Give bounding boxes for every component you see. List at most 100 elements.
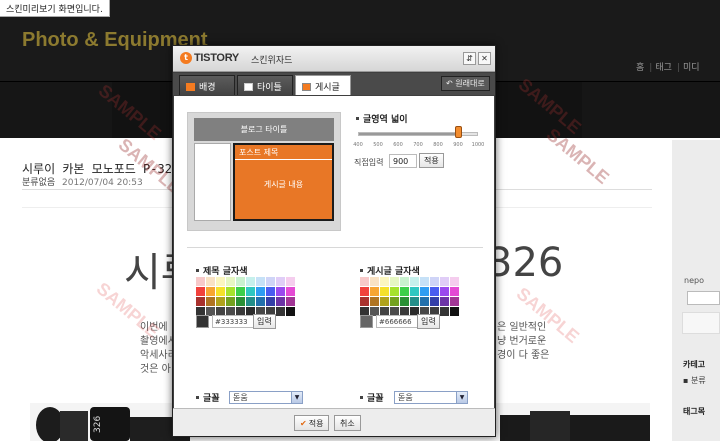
- tab-background[interactable]: 배경: [179, 75, 235, 95]
- color-swatch[interactable]: [236, 297, 245, 306]
- chevron-down-icon: ▼: [456, 392, 467, 403]
- color-swatch[interactable]: [400, 287, 409, 296]
- color-swatch[interactable]: [286, 287, 295, 296]
- color-swatch[interactable]: [206, 277, 215, 286]
- color-swatch[interactable]: [410, 287, 419, 296]
- color-swatch[interactable]: [390, 277, 399, 286]
- blog-top-nav: 홈 | 태그 | 미디: [636, 63, 700, 73]
- palette-row: [196, 287, 301, 296]
- width-input[interactable]: [389, 154, 417, 168]
- color-swatch[interactable]: [236, 277, 245, 286]
- color-swatch[interactable]: [360, 287, 369, 296]
- color-swatch[interactable]: [236, 287, 245, 296]
- color-swatch[interactable]: [390, 287, 399, 296]
- color-swatch[interactable]: [256, 287, 265, 296]
- slider-tick-label: 500: [373, 142, 383, 148]
- post-meta: 분류없음 2012/07/04 20:53: [22, 175, 143, 188]
- color-swatch[interactable]: [196, 287, 205, 296]
- close-icon[interactable]: ✕: [478, 52, 491, 65]
- sidebar-tag-heading: 태그목: [683, 407, 706, 416]
- tab-post[interactable]: 게시글: [295, 75, 351, 95]
- color-swatch[interactable]: [246, 277, 255, 286]
- title-color-input-button[interactable]: 입력: [253, 314, 276, 329]
- color-swatch[interactable]: [286, 277, 295, 286]
- color-swatch[interactable]: [400, 297, 409, 306]
- dialog-title: 스킨위자드: [251, 56, 293, 66]
- color-swatch[interactable]: [430, 297, 439, 306]
- color-swatch[interactable]: [370, 277, 379, 286]
- color-swatch[interactable]: [256, 277, 265, 286]
- color-swatch[interactable]: [256, 297, 265, 306]
- color-swatch[interactable]: [420, 297, 429, 306]
- width-apply-button[interactable]: 적용: [419, 153, 444, 168]
- color-swatch[interactable]: [276, 277, 285, 286]
- body-font-label: 글꼴: [360, 391, 384, 404]
- title-font-select[interactable]: 돋움 ▼: [229, 391, 303, 404]
- nav-media[interactable]: 미디: [683, 63, 700, 73]
- color-swatch[interactable]: [410, 277, 419, 286]
- color-swatch[interactable]: [420, 287, 429, 296]
- pin-icon[interactable]: ⇵: [463, 52, 476, 65]
- color-swatch[interactable]: [196, 297, 205, 306]
- sidebar-category-item[interactable]: ▪ 분류: [683, 375, 706, 386]
- color-swatch[interactable]: [380, 277, 389, 286]
- tab-title[interactable]: 타이틀: [237, 75, 293, 95]
- dialog-titlebar[interactable]: t TISTORY 스킨위자드 ⇵ ✕: [173, 46, 495, 72]
- color-swatch[interactable]: [216, 277, 225, 286]
- color-swatch[interactable]: [216, 297, 225, 306]
- color-swatch[interactable]: [360, 297, 369, 306]
- color-swatch[interactable]: [206, 297, 215, 306]
- title-font-value: 돋움: [233, 393, 248, 402]
- color-swatch[interactable]: [420, 277, 429, 286]
- color-swatch[interactable]: [276, 287, 285, 296]
- color-swatch[interactable]: [450, 297, 459, 306]
- color-swatch[interactable]: [440, 287, 449, 296]
- color-swatch[interactable]: [410, 297, 419, 306]
- color-swatch[interactable]: [266, 297, 275, 306]
- color-swatch[interactable]: [226, 297, 235, 306]
- color-swatch[interactable]: [266, 287, 275, 296]
- color-swatch[interactable]: [430, 287, 439, 296]
- nav-home[interactable]: 홈: [636, 63, 644, 73]
- color-swatch[interactable]: [360, 277, 369, 286]
- color-swatch[interactable]: [276, 307, 285, 316]
- body-font-select[interactable]: 돋움 ▼: [394, 391, 468, 404]
- cancel-button[interactable]: 취소: [334, 415, 361, 431]
- body-color-input-button[interactable]: 입력: [417, 314, 440, 329]
- color-swatch[interactable]: [450, 277, 459, 286]
- color-swatch[interactable]: [266, 277, 275, 286]
- color-swatch[interactable]: [246, 297, 255, 306]
- post-category[interactable]: 분류없음: [22, 178, 55, 188]
- color-swatch[interactable]: [196, 277, 205, 286]
- color-swatch[interactable]: [450, 287, 459, 296]
- color-swatch[interactable]: [390, 297, 399, 306]
- color-swatch[interactable]: [440, 297, 449, 306]
- slider-thumb[interactable]: [454, 126, 462, 138]
- color-swatch[interactable]: [276, 297, 285, 306]
- color-swatch[interactable]: [246, 287, 255, 296]
- color-swatch[interactable]: [206, 287, 215, 296]
- color-swatch[interactable]: [440, 307, 449, 316]
- color-swatch[interactable]: [370, 297, 379, 306]
- apply-button[interactable]: ✔ 적용: [294, 415, 330, 431]
- color-swatch[interactable]: [226, 287, 235, 296]
- color-swatch[interactable]: [450, 307, 459, 316]
- color-swatch[interactable]: [380, 297, 389, 306]
- sidebar-search-label: nepo: [684, 276, 704, 285]
- sidebar-category-heading: 카테고: [683, 360, 706, 369]
- color-swatch[interactable]: [440, 277, 449, 286]
- color-swatch[interactable]: [380, 287, 389, 296]
- restore-default-button[interactable]: ↶ 원래대로: [441, 76, 490, 91]
- slider-tick-label: 600: [393, 142, 403, 148]
- color-swatch[interactable]: [286, 307, 295, 316]
- nav-tag[interactable]: 태그: [655, 63, 672, 73]
- color-swatch[interactable]: [286, 297, 295, 306]
- color-swatch[interactable]: [216, 287, 225, 296]
- sidebar-search-input[interactable]: [687, 291, 720, 305]
- color-swatch[interactable]: [226, 277, 235, 286]
- color-swatch[interactable]: [370, 287, 379, 296]
- title-color-label: 제목 글자색: [196, 264, 248, 277]
- palette-row: [360, 287, 465, 296]
- color-swatch[interactable]: [400, 277, 409, 286]
- color-swatch[interactable]: [430, 277, 439, 286]
